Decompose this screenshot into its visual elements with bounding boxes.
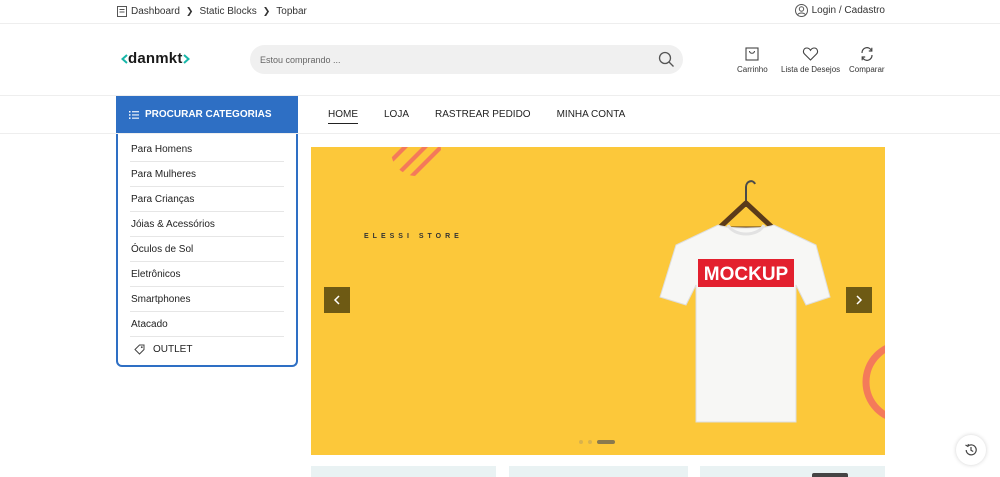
- hero-slider: ELESSI STORE MOCKUP: [311, 147, 885, 455]
- logo-text: danmkt: [128, 50, 183, 67]
- chevron-right-icon: [856, 295, 863, 305]
- user-icon: [794, 4, 808, 17]
- outlet-label: OUTLET: [153, 344, 193, 355]
- breadcrumb-item-dashboard[interactable]: Dashboard: [131, 6, 180, 17]
- tshirt-text: MOCKUP: [704, 264, 789, 285]
- header: danmkt Carrinho Lista de Desejos Compara…: [0, 24, 1000, 96]
- category-item[interactable]: Para Mulheres: [130, 162, 284, 187]
- cart-label: Carrinho: [737, 65, 768, 74]
- slider-dot[interactable]: [588, 440, 592, 444]
- nav-item-loja[interactable]: LOJA: [384, 109, 409, 124]
- category-item[interactable]: Eletrônicos: [130, 262, 284, 287]
- login-label: Login / Cadastro: [811, 5, 885, 16]
- breadcrumb-item-topbar: Topbar: [276, 5, 307, 17]
- search-bar: [250, 45, 683, 74]
- category-item[interactable]: Atacado: [130, 312, 284, 337]
- dashboard-icon: [117, 5, 127, 17]
- chevron-left-icon: [333, 295, 340, 305]
- promo-card[interactable]: [509, 466, 688, 477]
- promo-card[interactable]: [311, 466, 496, 477]
- cart-button[interactable]: Carrinho: [737, 46, 768, 74]
- nav-item-rastrear-pedido[interactable]: RASTREAR PEDIDO: [435, 109, 531, 124]
- compare-icon: [861, 47, 873, 61]
- heart-icon: [803, 47, 819, 61]
- breadcrumb-item-static-blocks[interactable]: Static Blocks: [199, 6, 256, 17]
- category-item[interactable]: Jóias & Acessórios: [130, 212, 284, 237]
- search-input[interactable]: [260, 45, 640, 74]
- tag-icon: [134, 344, 145, 355]
- slider-dot-active[interactable]: [597, 440, 615, 444]
- slider-dot[interactable]: [579, 440, 583, 444]
- cart-icon: [745, 47, 759, 61]
- category-sidebar: PROCURAR CATEGORIAS Para Homens Para Mul…: [116, 96, 298, 367]
- history-button[interactable]: [956, 435, 986, 465]
- logo-right-bracket-icon: [182, 53, 190, 64]
- category-header-label: PROCURAR CATEGORIAS: [145, 109, 272, 120]
- hero-faded-heading: [329, 262, 335, 288]
- search-icon[interactable]: [658, 51, 675, 68]
- logo[interactable]: danmkt: [121, 50, 190, 67]
- chevron-right-icon: ❯: [262, 5, 271, 16]
- tshirt-mockup-image: MOCKUP: [659, 180, 831, 423]
- compare-label: Comparar: [849, 65, 885, 74]
- ring-decoration: [862, 345, 885, 419]
- wishlist-button[interactable]: Lista de Desejos: [781, 46, 840, 74]
- slider-next-button[interactable]: [846, 287, 872, 313]
- nav-item-minha-conta[interactable]: MINHA CONTA: [557, 109, 626, 124]
- promo-card[interactable]: [700, 466, 885, 477]
- category-item[interactable]: Para Homens: [130, 137, 284, 162]
- nav-divider: [0, 133, 1000, 134]
- chevron-right-icon: ❯: [185, 5, 194, 16]
- striped-circle-decoration: [391, 147, 441, 176]
- category-item[interactable]: Óculos de Sol: [130, 237, 284, 262]
- compare-button[interactable]: Comparar: [849, 46, 885, 74]
- category-item[interactable]: Smartphones: [130, 287, 284, 312]
- main-nav: HOME LOJA RASTREAR PEDIDO MINHA CONTA: [328, 109, 651, 124]
- menu-icon: [129, 110, 139, 119]
- category-item[interactable]: Para Crianças: [130, 187, 284, 212]
- category-item-outlet[interactable]: OUTLET: [130, 337, 284, 362]
- category-header[interactable]: PROCURAR CATEGORIAS: [116, 96, 298, 133]
- slider-prev-button[interactable]: [324, 287, 350, 313]
- nav-item-home[interactable]: HOME: [328, 109, 358, 124]
- logo-left-bracket-icon: [121, 53, 128, 64]
- topbar: Dashboard ❯ Static Blocks ❯ Topbar Login…: [0, 0, 1000, 24]
- breadcrumb: Dashboard ❯ Static Blocks ❯ Topbar: [117, 4, 307, 18]
- category-list: Para Homens Para Mulheres Para Crianças …: [130, 137, 284, 362]
- hero-brand-label: ELESSI STORE: [364, 233, 463, 240]
- login-link[interactable]: Login / Cadastro: [794, 4, 885, 17]
- history-icon: [965, 443, 977, 456]
- slider-dots: [579, 440, 620, 444]
- wishlist-label: Lista de Desejos: [781, 65, 841, 74]
- product-image: [812, 473, 848, 477]
